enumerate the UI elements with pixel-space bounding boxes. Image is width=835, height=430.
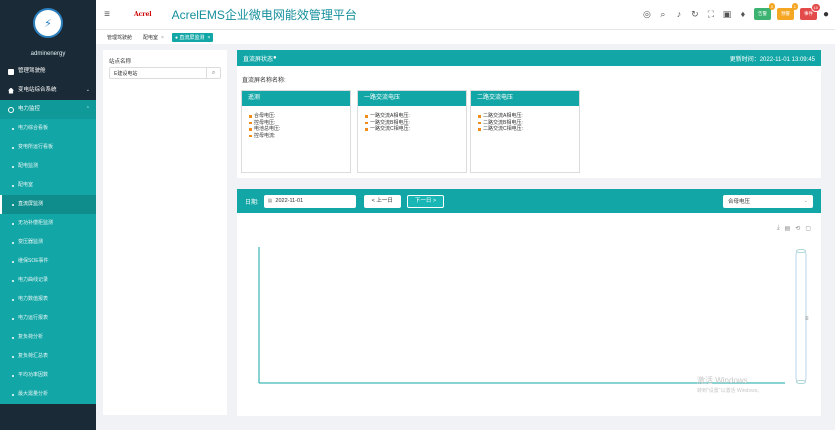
dc-screen-name: 直流屏名称名称: bbox=[242, 78, 286, 84]
watermark-line2: 转到"设置"以激活 Windows。 bbox=[697, 388, 763, 394]
measure-type-select[interactable]: 合母电压 ⌄ bbox=[723, 194, 813, 208]
sidebar-subitem[interactable]: 配电室 bbox=[0, 176, 96, 195]
sidebar-item-substation[interactable]: 变电站综合系统 ⌄ bbox=[0, 81, 96, 100]
station-panel: 站点名称 E建设电站 ⌕ bbox=[103, 50, 227, 415]
header-toolbar: ◎ ⌕ ♪ ↻ ⛶ ▣ ♦ 告警 0 预警 1 事件 10 ● bbox=[642, 3, 829, 20]
station-label: 站点名称 bbox=[109, 59, 132, 65]
tab-bar: 管理驾驶舱 配电室 × ● 直流屏监测 × bbox=[96, 30, 835, 44]
fullscreen-icon[interactable]: ⛶ bbox=[706, 9, 716, 20]
sidebar-item-label: 变电站综合系统 bbox=[18, 87, 57, 93]
warning-badge-button[interactable]: 预警 1 bbox=[776, 3, 798, 20]
zoom-handle-top[interactable] bbox=[796, 249, 806, 254]
sidebar-subitem[interactable]: 继保SOE事件 bbox=[0, 252, 96, 271]
measure-type-value: 合母电压 bbox=[728, 199, 751, 205]
card-row: 控母电流: bbox=[249, 133, 350, 140]
calendar-icon: ▦ bbox=[267, 198, 273, 204]
station-search-input[interactable]: E建设电站 ⌕ bbox=[109, 67, 221, 79]
card-title: 遥测 bbox=[242, 91, 350, 106]
tab-label: 配电室 bbox=[143, 34, 159, 41]
ac1-voltage-card: 一路交流电压 一路交流A相电压: 一路交流B相电压: 一路交流C相电压: bbox=[357, 90, 467, 173]
telemetry-card: 遥测 合母电压: 控母电压: 电池总电压: 控母电流: bbox=[241, 90, 351, 173]
home-icon bbox=[8, 87, 14, 94]
sidebar-username: adminenergy bbox=[30, 51, 66, 57]
refresh-icon[interactable]: ↻ bbox=[690, 9, 700, 20]
prev-day-button[interactable]: < 上一日 bbox=[363, 194, 401, 208]
tab-power-room[interactable]: 配电室 × bbox=[140, 33, 167, 42]
sidebar-subitem-active[interactable]: 直流屏监测 bbox=[0, 195, 96, 214]
help-icon[interactable]: ◎ bbox=[642, 9, 652, 20]
ac2-voltage-card: 二路交流电压 二路交流A相电压: 二路交流B相电压: 二路交流C相电压: bbox=[470, 90, 580, 173]
badge-count: 1 bbox=[791, 3, 798, 10]
next-day-button[interactable]: 下一日 > bbox=[406, 194, 445, 208]
sidebar-subitem[interactable]: 最大需量分析 bbox=[0, 385, 96, 404]
badge-label: 告警 bbox=[757, 11, 767, 16]
sidebar-subitem[interactable]: 电力曲线记录 bbox=[0, 271, 96, 290]
chevron-up-icon: ⌃ bbox=[85, 106, 90, 112]
badge-label: 预警 bbox=[780, 11, 790, 16]
sidebar-item-cockpit[interactable]: 管理驾驶舱 bbox=[0, 62, 96, 81]
tab-label: 直流屏监测 bbox=[179, 34, 205, 41]
chevron-down-icon: ⌄ bbox=[803, 198, 808, 204]
date-label: 日期: bbox=[245, 199, 259, 206]
sidebar-subitem[interactable]: 复负荷分析 bbox=[0, 328, 96, 347]
badge-count: 10 bbox=[810, 3, 821, 12]
card-row: 二路交流C相电压: bbox=[478, 126, 579, 133]
tab-label: 管理驾驶舱 bbox=[107, 34, 133, 41]
sidebar-subitem[interactable]: 平均功率因数 bbox=[0, 366, 96, 385]
settings-icon bbox=[8, 106, 14, 113]
close-icon[interactable]: × bbox=[161, 35, 164, 41]
chart-panel: 日期: ▦ 2022-11-01 < 上一日 下一日 > 合母电压 ⌄ ⤓ ▤ … bbox=[237, 189, 821, 416]
menu-toggle-icon[interactable]: ≡ bbox=[96, 9, 118, 20]
app-title: AcrelEMS企业微电网能效管理平台 bbox=[171, 8, 357, 22]
windows-activation-watermark: 激活 Windows 转到"设置"以激活 Windows。 bbox=[697, 375, 762, 394]
sound-icon[interactable]: ♪ bbox=[674, 9, 684, 19]
chevron-down-icon: ⌄ bbox=[85, 87, 90, 93]
avatar: ⚡ bbox=[0, 0, 96, 46]
badge-label: 事件 bbox=[803, 11, 813, 16]
dc-status-panel: 直流屏状态 ● 更新时间：2022-11-01 13:09:45 直流屏名称名称:… bbox=[237, 50, 821, 178]
search-icon[interactable]: ⌕ bbox=[658, 9, 668, 20]
sidebar-item-power-monitor[interactable]: 电力监控 ⌃ bbox=[0, 100, 96, 119]
sidebar-subitem[interactable]: 变电所运行看板 bbox=[0, 138, 96, 157]
watermark-line1: 激活 Windows bbox=[697, 376, 748, 385]
sidebar-subitem[interactable]: 配电监测 bbox=[0, 157, 96, 176]
event-badge-button[interactable]: 事件 10 bbox=[799, 3, 821, 20]
brand-logo: Acrel bbox=[134, 11, 152, 18]
tab-cockpit[interactable]: 管理驾驶舱 bbox=[104, 33, 135, 42]
status-dot-icon: ● bbox=[273, 55, 277, 61]
zoom-grip-icon[interactable]: ≡ bbox=[805, 316, 809, 322]
card-row: 一路交流C相电压: bbox=[365, 126, 466, 133]
monitor-icon bbox=[8, 68, 14, 75]
dc-status-title: 直流屏状态 bbox=[243, 56, 274, 63]
logo-icon: ⚡ bbox=[33, 8, 63, 38]
update-time: 更新时间：2022-11-01 13:09:45 bbox=[729, 56, 815, 63]
user-icon[interactable]: ● bbox=[823, 9, 829, 20]
sidebar-subitem[interactable]: 复负荷汇总表 bbox=[0, 347, 96, 366]
tab-dc-screen[interactable]: ● 直流屏监测 × bbox=[171, 32, 214, 42]
sidebar-item-label: 管理驾驶舱 bbox=[18, 68, 46, 74]
sidebar-subitem[interactable]: 变压器监测 bbox=[0, 233, 96, 252]
station-value: E建设电站 bbox=[114, 70, 138, 77]
alarm-badge-button[interactable]: 告警 0 bbox=[753, 3, 775, 20]
badge-count: 0 bbox=[768, 3, 775, 10]
date-value: 2022-11-01 bbox=[275, 198, 304, 204]
sidebar: ⚡ adminenergy 管理驾驶舱 变电站综合系统 ⌄ 电力监控 ⌃ 电力综… bbox=[0, 0, 96, 430]
card-title: 一路交流电压 bbox=[358, 91, 466, 106]
card-title: 二路交流电压 bbox=[471, 91, 579, 106]
sidebar-subitem[interactable]: 电力数值报表 bbox=[0, 290, 96, 309]
header: ≡ Acrel AcrelEMS企业微电网能效管理平台 ◎ ⌕ ♪ ↻ ⛶ ▣ … bbox=[96, 0, 835, 30]
sidebar-subitem[interactable]: 电力综合看板 bbox=[0, 119, 96, 138]
sidebar-item-label: 电力监控 bbox=[18, 106, 41, 112]
dc-status-header: 直流屏状态 ● 更新时间：2022-11-01 13:09:45 bbox=[237, 50, 821, 66]
search-icon[interactable]: ⌕ bbox=[206, 68, 220, 78]
shirt-icon[interactable]: ♦ bbox=[738, 9, 748, 19]
screen-icon[interactable]: ▣ bbox=[722, 9, 732, 20]
sidebar-subitem[interactable]: 无功补偿柜监测 bbox=[0, 214, 96, 233]
zoom-handle-bottom[interactable] bbox=[796, 379, 806, 384]
date-picker-input[interactable]: ▦ 2022-11-01 bbox=[263, 194, 356, 208]
sidebar-subitem[interactable]: 电力运行报表 bbox=[0, 309, 96, 328]
close-icon[interactable]: × bbox=[207, 35, 210, 41]
chart-toolbar: 日期: ▦ 2022-11-01 < 上一日 下一日 > 合母电压 ⌄ bbox=[237, 189, 821, 213]
